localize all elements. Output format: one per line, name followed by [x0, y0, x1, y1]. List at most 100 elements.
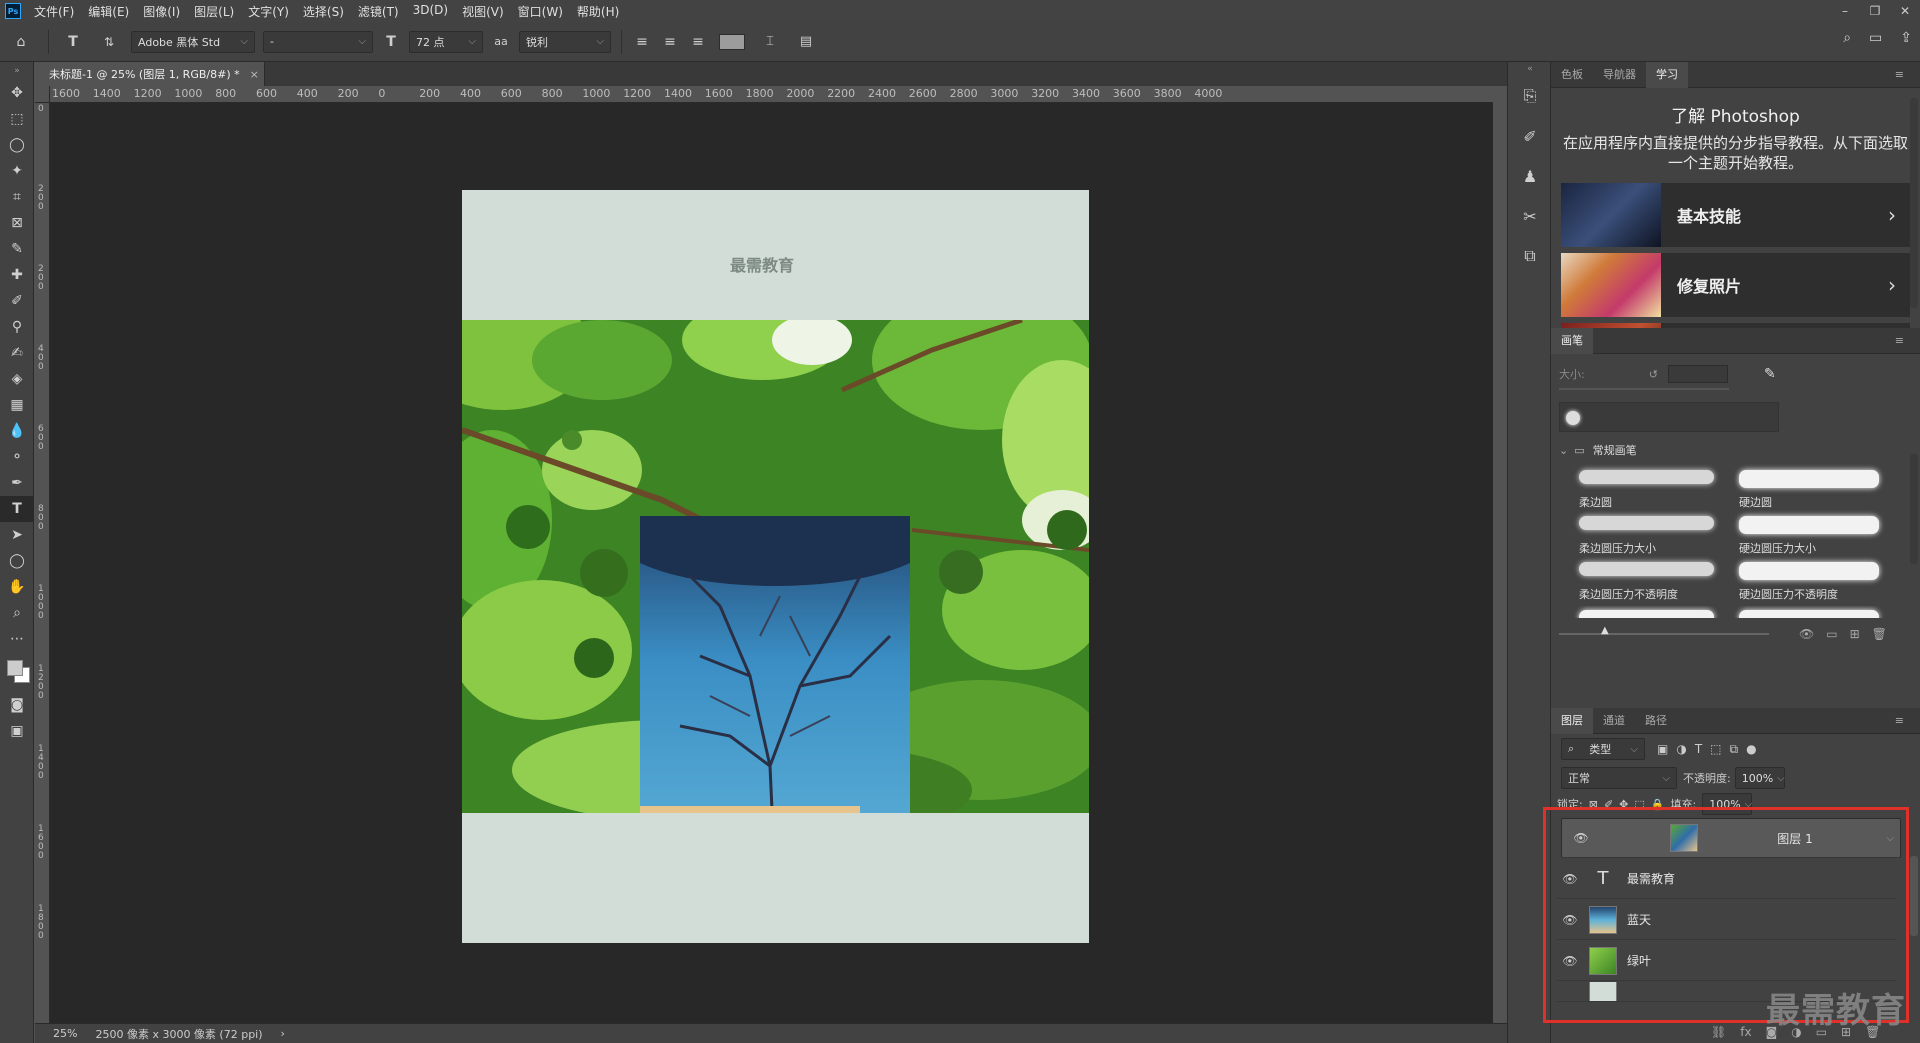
- layer-row[interactable]: 👁 蓝天: [1557, 900, 1897, 940]
- document-workspace[interactable]: 最需教育: [50, 103, 1493, 1023]
- ruler-origin[interactable]: [35, 86, 50, 103]
- foreground-color-swatch[interactable]: [7, 660, 23, 676]
- lock-position-icon[interactable]: ✥: [1619, 798, 1628, 811]
- type-tool-icon[interactable]: T: [0, 496, 34, 522]
- gradient-tool-icon[interactable]: ▦: [0, 392, 34, 418]
- lock-all-icon[interactable]: 🔒: [1651, 798, 1665, 811]
- frame-tool-icon[interactable]: ⊠: [0, 210, 34, 236]
- hand-tool-icon[interactable]: ✋: [0, 574, 34, 600]
- brush-preview-slider[interactable]: ▲: [1559, 625, 1769, 636]
- pen-tool-icon[interactable]: ✒: [0, 470, 34, 496]
- vertical-ruler[interactable]: 0 200 200 400 600 800 1000 1200 1400 1600 1800: [35, 103, 50, 1023]
- font-family-select[interactable]: Adobe 黑体 Std: [131, 30, 255, 53]
- brush-stroke-preview[interactable]: [1579, 516, 1714, 530]
- lasso-tool-icon[interactable]: ◯: [0, 132, 34, 158]
- menu-3d[interactable]: 3D(D): [406, 3, 455, 20]
- restore-button[interactable]: ❐: [1860, 0, 1890, 22]
- font-style-select[interactable]: -: [263, 30, 373, 53]
- blur-tool-icon[interactable]: 💧: [0, 418, 34, 444]
- brush-stroke-preview[interactable]: [1739, 562, 1879, 580]
- brush-stroke-preview[interactable]: [1579, 610, 1714, 618]
- crop-tool-icon[interactable]: ⌗: [0, 184, 34, 210]
- lock-artboard-icon[interactable]: ⬚: [1634, 798, 1644, 811]
- toggle-preview-icon[interactable]: 👁: [1799, 627, 1814, 641]
- new-group-icon[interactable]: ▭: [1826, 627, 1837, 641]
- antialias-select[interactable]: 锐利: [519, 30, 611, 53]
- healing-brush-tool-icon[interactable]: ✚: [0, 262, 34, 288]
- layer-name[interactable]: 绿叶: [1627, 952, 1651, 969]
- menu-type[interactable]: 文字(Y): [241, 3, 296, 20]
- layer-name[interactable]: 蓝天: [1627, 911, 1651, 928]
- reset-icon[interactable]: ↺: [1649, 368, 1658, 381]
- magic-wand-tool-icon[interactable]: ✦: [0, 158, 34, 184]
- menu-image[interactable]: 图像(I): [136, 3, 187, 20]
- learn-card-fix-photo[interactable]: 修复照片 ›: [1561, 253, 1910, 317]
- font-size-select[interactable]: 72 点: [409, 30, 483, 53]
- close-tab-icon[interactable]: ×: [250, 68, 259, 81]
- collapse-icon[interactable]: »: [0, 62, 34, 80]
- brush-stroke-preview[interactable]: [1579, 470, 1714, 484]
- tool-presets-icon[interactable]: ✂: [1508, 196, 1552, 236]
- panel-menu-icon[interactable]: ≡: [1885, 62, 1914, 88]
- tab-navigator[interactable]: 导航器: [1593, 62, 1646, 88]
- layer-name[interactable]: 最需教育: [1627, 870, 1675, 887]
- blend-mode-select[interactable]: 正常: [1561, 767, 1677, 789]
- layer-row[interactable]: 👁 绿叶: [1557, 941, 1897, 981]
- status-arrow-icon[interactable]: ›: [281, 1027, 285, 1040]
- tab-brushes[interactable]: 画笔: [1551, 327, 1593, 354]
- brush-stroke-preview[interactable]: [1739, 470, 1879, 488]
- tab-paths[interactable]: 路径: [1635, 708, 1677, 734]
- recent-brush-swatch[interactable]: [1566, 411, 1580, 425]
- slider-handle-icon[interactable]: ▲: [1601, 625, 1609, 636]
- fx-icon[interactable]: fx: [1740, 1025, 1751, 1039]
- layers-scrollbar[interactable]: [1910, 856, 1918, 936]
- brush-scrollbar[interactable]: [1910, 454, 1918, 564]
- warp-text-icon[interactable]: ⌶: [755, 30, 785, 54]
- minimize-button[interactable]: –: [1830, 0, 1860, 22]
- align-right-icon[interactable]: ≡: [687, 30, 709, 54]
- menu-help[interactable]: 帮助(H): [570, 3, 626, 20]
- lock-transparent-icon[interactable]: ⊠: [1589, 798, 1598, 811]
- brush-group[interactable]: ⌄ ▭ 常规画笔: [1559, 442, 1637, 458]
- history-brush-tool-icon[interactable]: ✍: [0, 340, 34, 366]
- layer-filter-select[interactable]: ⌕ 类型: [1561, 738, 1645, 760]
- new-brush-icon[interactable]: ✎: [1764, 366, 1776, 382]
- menu-view[interactable]: 视图(V): [455, 3, 511, 20]
- brush-stroke-preview[interactable]: [1579, 562, 1714, 576]
- screen-mode-icon[interactable]: ▣: [0, 718, 34, 744]
- workspace-icon[interactable]: ▭: [1869, 30, 1882, 46]
- properties-panel-icon[interactable]: ⧉: [1508, 236, 1552, 276]
- panel-menu-icon[interactable]: ≡: [1885, 708, 1914, 734]
- character-panel-icon[interactable]: ▤: [791, 30, 821, 54]
- delete-icon[interactable]: 🗑: [1872, 627, 1887, 641]
- clone-stamp-tool-icon[interactable]: ⚲: [0, 314, 34, 340]
- brush-settings-icon[interactable]: ✐: [1508, 116, 1552, 156]
- ellipse-tool-icon[interactable]: ◯: [0, 548, 34, 574]
- type-tool-preset-icon[interactable]: T: [58, 30, 88, 54]
- share-icon[interactable]: ⇪: [1900, 30, 1912, 46]
- dodge-tool-icon[interactable]: ⚬: [0, 444, 34, 470]
- align-left-icon[interactable]: ≡: [631, 30, 653, 54]
- opacity-input[interactable]: 100%: [1734, 767, 1785, 789]
- visibility-eye-icon[interactable]: 👁: [1568, 831, 1594, 845]
- zoom-tool-icon[interactable]: ⌕: [0, 600, 34, 626]
- eyedropper-tool-icon[interactable]: ✎: [0, 236, 34, 262]
- path-selection-tool-icon[interactable]: ➤: [0, 522, 34, 548]
- text-orientation-icon[interactable]: ⇅: [94, 30, 124, 54]
- brush-size-input[interactable]: [1667, 365, 1728, 383]
- home-icon[interactable]: ⌂: [3, 30, 39, 54]
- brush-tool-icon[interactable]: ✐: [0, 288, 34, 314]
- menu-layer[interactable]: 图层(L): [187, 3, 241, 20]
- filter-adjustment-icon[interactable]: ◑: [1676, 742, 1686, 756]
- horizontal-ruler[interactable]: 1600 1400 1200 1000 800 600 400 200 0 200 400 600 80…: [50, 86, 1493, 103]
- lock-image-icon[interactable]: ✐: [1604, 798, 1613, 811]
- filter-toggle-icon[interactable]: ●: [1746, 742, 1756, 756]
- history-panel-icon[interactable]: ⎘: [1508, 76, 1552, 116]
- menu-filter[interactable]: 滤镜(T): [351, 3, 406, 20]
- layer-row[interactable]: 👁 T 最需教育: [1557, 859, 1897, 899]
- align-center-icon[interactable]: ≡: [659, 30, 681, 54]
- learn-card-basic-skills[interactable]: 基本技能 ›: [1561, 183, 1910, 247]
- menu-file[interactable]: 文件(F): [27, 3, 81, 20]
- menu-edit[interactable]: 编辑(E): [81, 3, 136, 20]
- search-icon[interactable]: ⌕: [1843, 30, 1851, 46]
